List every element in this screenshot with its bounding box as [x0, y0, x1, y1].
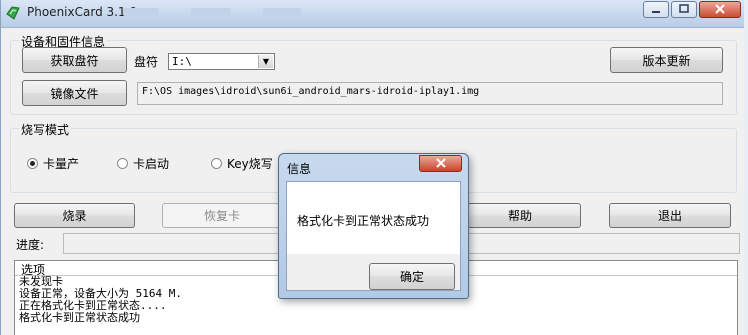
version-update-button[interactable]: 版本更新: [610, 47, 723, 73]
close-button[interactable]: [699, 1, 741, 18]
radio-unchecked-icon: [117, 158, 128, 169]
radio-key-burn[interactable]: Key烧写: [211, 155, 273, 172]
close-icon: [715, 4, 725, 14]
log-line: 格式化卡到正常状态成功: [19, 311, 140, 324]
image-file-button[interactable]: 镜像文件: [22, 80, 127, 106]
dialog-ok-button[interactable]: 确定: [369, 263, 455, 290]
window-title: PhoenixCard 3.1.0: [27, 5, 138, 19]
log-line: 设备正常，设备大小为 5164 M.: [19, 287, 182, 300]
title-bar: PhoenixCard 3.1.0: [1, 0, 746, 28]
background-tab-ghost: [263, 8, 301, 16]
info-dialog: 信息 格式化卡到正常状态成功 确定: [278, 153, 469, 299]
dialog-message: 格式化卡到正常状态成功: [297, 214, 430, 228]
radio-card-mass-production[interactable]: 卡量产: [27, 155, 79, 172]
maximize-button[interactable]: [671, 1, 697, 18]
burn-mode-title: 烧写模式: [19, 121, 72, 138]
image-path-text: F:\OS images\idroid\sun6i_android_mars-i…: [142, 86, 480, 97]
radio-label: 卡启动: [133, 157, 170, 171]
exit-button[interactable]: 退出: [609, 203, 731, 228]
chevron-down-icon[interactable]: ▼: [258, 55, 273, 68]
maximize-icon: [679, 4, 689, 13]
background-tab-ghost: [191, 8, 231, 16]
minimize-button[interactable]: [643, 1, 669, 18]
restore-card-button[interactable]: 恢复卡: [162, 203, 282, 228]
log-line: 未发现卡: [19, 275, 63, 288]
image-path-field[interactable]: F:\OS images\idroid\sun6i_android_mars-i…: [137, 82, 723, 105]
dialog-title: 信息: [287, 162, 312, 176]
radio-card-boot[interactable]: 卡启动: [117, 155, 169, 172]
close-icon: [435, 158, 446, 168]
dialog-close-button[interactable]: [419, 155, 462, 172]
radio-checked-icon: [27, 158, 38, 169]
background-tab-ghost: [123, 8, 159, 16]
burn-button[interactable]: 烧录: [14, 203, 135, 228]
get-drive-button[interactable]: 获取盘符: [22, 47, 127, 73]
drive-select-value: I:\: [172, 55, 192, 68]
app-logo-icon: [6, 6, 20, 20]
minimize-icon: [652, 11, 660, 13]
radio-unchecked-icon: [211, 158, 222, 169]
radio-label: 卡量产: [43, 157, 80, 171]
drive-label: 盘符: [134, 55, 159, 69]
radio-label: Key烧写: [227, 157, 273, 171]
drive-select[interactable]: I:\ ▼: [168, 53, 275, 70]
progress-label: 进度:: [16, 238, 45, 252]
log-line: 正在格式化卡到正常状态....: [19, 299, 167, 312]
help-button[interactable]: 帮助: [459, 203, 581, 228]
window-edge: [744, 0, 748, 335]
